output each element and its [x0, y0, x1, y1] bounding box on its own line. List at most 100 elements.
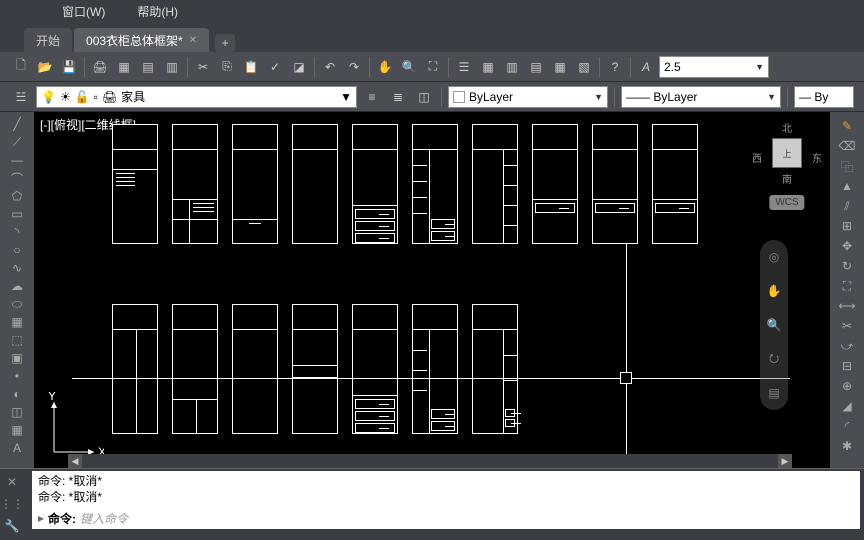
layer-iso-icon[interactable]: ◫ [413, 86, 435, 108]
copy-obj-icon[interactable]: ⿻ [836, 158, 858, 174]
cmd-menu-icon[interactable]: 🔧 [2, 517, 22, 535]
region-icon[interactable]: ◫ [6, 404, 28, 420]
circle-icon[interactable]: ○ [6, 242, 28, 258]
help-icon[interactable]: ? [604, 56, 626, 78]
layer-manager-icon[interactable]: ☱ [10, 86, 32, 108]
chamfer-icon[interactable]: ◢ [836, 398, 858, 414]
showui-icon[interactable]: ▤ [764, 383, 784, 403]
cut-icon[interactable]: ✂ [192, 56, 214, 78]
line-icon[interactable]: ╱ [6, 116, 28, 132]
polygon-icon[interactable]: ⬠ [6, 188, 28, 204]
block-make-icon[interactable]: ▣ [6, 350, 28, 366]
erase-icon[interactable]: ⌫ [836, 138, 858, 154]
extend-icon[interactable]: ⤻ [836, 338, 858, 354]
fillet-icon[interactable]: ◜ [836, 418, 858, 434]
zoom-extents-icon[interactable]: ⛶ [422, 56, 444, 78]
tab-document[interactable]: 003衣柜总体框架* ✕ [74, 28, 209, 52]
point-icon[interactable]: • [6, 368, 28, 384]
properties-icon[interactable]: ☰ [453, 56, 475, 78]
ellipse-icon[interactable]: ⬭ [6, 296, 28, 312]
trim-icon[interactable]: ✂ [836, 318, 858, 334]
rotate-icon[interactable]: ↻ [836, 258, 858, 274]
sheet-set-icon[interactable]: ▦ [549, 56, 571, 78]
viewcube[interactable]: 北 南 西 东 上 WCS [752, 120, 822, 210]
orbit-icon[interactable]: ⭮ [764, 349, 784, 369]
pan-tool-icon[interactable]: ✋ [764, 281, 784, 301]
table-icon[interactable]: ▦ [6, 422, 28, 438]
arc-icon[interactable]: ⌒ [6, 170, 28, 186]
separator [187, 57, 188, 77]
break-icon[interactable]: ⊟ [836, 358, 858, 374]
polyline-icon[interactable]: ⟋ [6, 134, 28, 150]
calculator-icon[interactable]: ▤ [525, 56, 547, 78]
move-icon[interactable]: ✥ [836, 238, 858, 254]
spline-icon[interactable]: ∿ [6, 260, 28, 276]
ucs-icon: X Y [44, 392, 104, 462]
zoom-icon[interactable]: 🔍 [398, 56, 420, 78]
plot-preview-icon[interactable]: ▦ [113, 56, 135, 78]
layer-prev-icon[interactable]: ≡ [361, 86, 383, 108]
zoom-tool-icon[interactable]: 🔍 [764, 315, 784, 335]
gradient-icon[interactable]: ◐ [6, 386, 28, 402]
wcs-button[interactable]: WCS [769, 195, 804, 210]
join-icon[interactable]: ⊕ [836, 378, 858, 394]
scroll-right-icon[interactable]: ▶ [778, 454, 792, 468]
menu-help[interactable]: 帮助(H) [131, 1, 184, 22]
mtext-icon[interactable]: A [6, 440, 28, 456]
tab-add-button[interactable]: + [215, 34, 235, 52]
tab-start[interactable]: 开始 [24, 28, 72, 52]
viewcube-top[interactable]: 上 [772, 138, 802, 168]
color-combo[interactable]: ByLayer▼ [448, 86, 608, 108]
menu-window[interactable]: 窗口(W) [56, 1, 111, 22]
array-icon[interactable]: ⊞ [836, 218, 858, 234]
lineweight-combo[interactable]: 2.5▼ [659, 56, 769, 78]
stretch-icon[interactable]: ⟷ [836, 298, 858, 314]
layer-combo[interactable]: 💡 ☀ 🔓 ▫ 🖨 家具 ▼ [36, 86, 357, 108]
markup-icon[interactable]: ▧ [573, 56, 595, 78]
text-style-icon[interactable]: A [635, 56, 657, 78]
hatch-icon[interactable]: ▦ [6, 314, 28, 330]
cabinet [112, 304, 158, 434]
paste-icon[interactable]: 📋 [240, 56, 262, 78]
new-icon[interactable]: 🗋 [10, 56, 32, 78]
cmd-close-icon[interactable]: ✕ [2, 473, 22, 491]
save-icon[interactable]: 💾 [58, 56, 80, 78]
publish-icon[interactable]: ▤ [137, 56, 159, 78]
tool-palette-icon[interactable]: ▥ [501, 56, 523, 78]
offset-icon[interactable]: ⫽ [836, 198, 858, 214]
cabinet [232, 304, 278, 434]
wheel-icon[interactable]: ◎ [764, 247, 784, 267]
arc3-icon[interactable]: ◝ [6, 224, 28, 240]
pan-icon[interactable]: ✋ [374, 56, 396, 78]
xline-icon[interactable]: — [6, 152, 28, 168]
linetype-combo[interactable]: —— ByLayer▼ [621, 86, 781, 108]
cabinet [412, 124, 458, 244]
scale-icon[interactable]: ⛶ [836, 278, 858, 294]
cmd-handle-icon[interactable]: ⋮⋮ [2, 495, 22, 513]
explode-icon[interactable]: ✱ [836, 438, 858, 454]
rectangle-icon[interactable]: ▭ [6, 206, 28, 222]
lineweight-layer-combo[interactable]: — By [794, 86, 854, 108]
mirror-icon[interactable]: ▲ [836, 178, 858, 194]
cabinet [172, 124, 218, 244]
svg-text:Y: Y [48, 392, 56, 403]
command-input[interactable]: ▸ 命令: 键入命令 [32, 507, 860, 529]
undo-icon[interactable]: ↶ [319, 56, 341, 78]
print-icon[interactable]: 🖨 [89, 56, 111, 78]
scrollbar-horizontal[interactable]: ◀ ▶ [68, 454, 792, 468]
tab-close-icon[interactable]: ✕ [189, 35, 197, 46]
redo-icon[interactable]: ↷ [343, 56, 365, 78]
revcloud-icon[interactable]: ☁ [6, 278, 28, 294]
sheet-icon[interactable]: ▥ [161, 56, 183, 78]
block-icon[interactable]: ◪ [288, 56, 310, 78]
copy-icon[interactable]: ⎘ [216, 56, 238, 78]
layer-state-icon[interactable]: ≣ [387, 86, 409, 108]
design-center-icon[interactable]: ▦ [477, 56, 499, 78]
open-icon[interactable]: 📂 [34, 56, 56, 78]
toolbar-layer: ☱ 💡 ☀ 🔓 ▫ 🖨 家具 ▼ ≡ ≣ ◫ ByLayer▼ —— ByLay… [0, 82, 864, 112]
scroll-left-icon[interactable]: ◀ [68, 454, 82, 468]
brush-icon[interactable]: ✎ [836, 118, 858, 134]
insert-icon[interactable]: ⬚ [6, 332, 28, 348]
drawing-area[interactable]: [-][俯视][二维线框] [34, 112, 830, 468]
match-icon[interactable]: ✓ [264, 56, 286, 78]
